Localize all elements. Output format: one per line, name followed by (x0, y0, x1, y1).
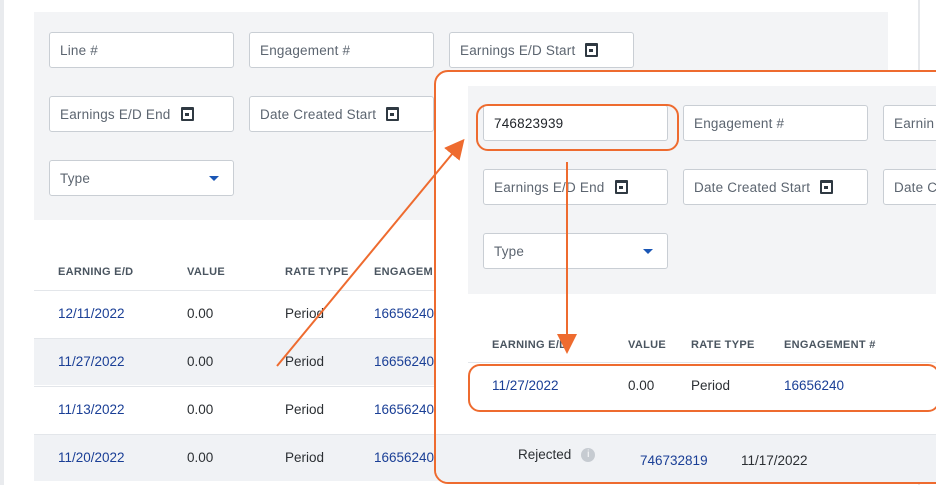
annotation-arrows (276, 138, 577, 367)
arrow-to-input (276, 138, 465, 367)
